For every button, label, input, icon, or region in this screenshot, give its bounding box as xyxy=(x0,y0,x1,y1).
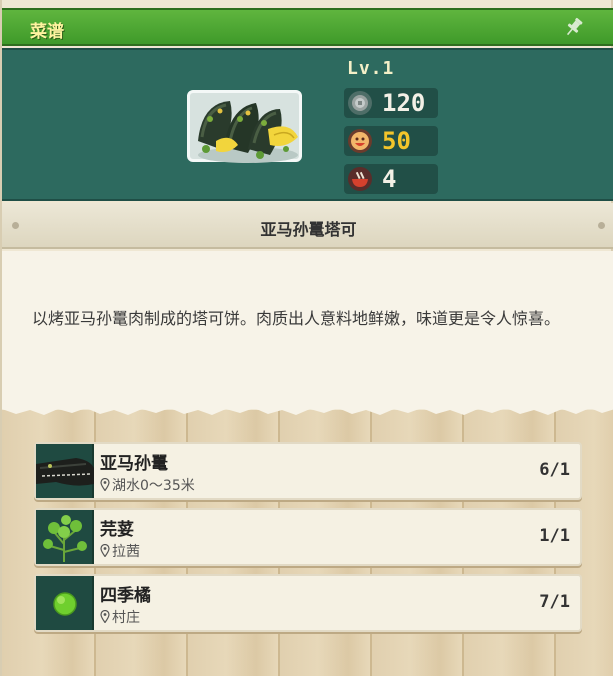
ingredient-row[interactable]: 亚马孙鼍 湖水0～35米 6/1 xyxy=(34,442,582,500)
coin-icon xyxy=(348,91,372,115)
price-value: 120 xyxy=(382,89,426,117)
calamansi-icon xyxy=(53,592,77,616)
dish-description: 以烤亚马孙鼍肉制成的塔可饼。肉质出人意料地鲜嫩，味道更是令人惊喜。 xyxy=(32,309,561,328)
servings-value: 4 xyxy=(382,165,397,193)
location-pin-icon xyxy=(100,610,110,623)
location-pin-icon xyxy=(100,478,110,491)
divider-dot xyxy=(598,222,605,229)
ingredient-location-text: 湖水0～35米 xyxy=(112,478,195,494)
torn-paper-edge xyxy=(2,399,613,415)
ingredient-location: 拉茜 xyxy=(100,541,140,561)
ingredient-thumb xyxy=(36,510,94,564)
ingredient-row[interactable]: 四季橘 村庄 7/1 xyxy=(34,574,582,632)
ingredient-location-text: 村庄 xyxy=(112,610,140,626)
ingredient-count: 1/1 xyxy=(539,526,570,546)
dish-level: Lv.1 xyxy=(347,58,395,79)
recipe-window: 菜谱 Lv.1 120 50 4 亚马孙鼍塔可 以烤亚马孙鼍肉制成的塔可饼。肉质… xyxy=(0,0,613,676)
ingredient-location: 湖水0～35米 xyxy=(100,475,195,495)
dish-name: 亚马孙鼍塔可 xyxy=(260,220,357,239)
ingredient-name: 四季橘 xyxy=(100,586,151,606)
title-bar: 菜谱 xyxy=(2,8,613,46)
caiman-icon xyxy=(36,458,94,486)
ingredient-count: 6/1 xyxy=(539,460,570,480)
ingredient-location-text: 拉茜 xyxy=(112,544,140,560)
dish-info-panel: Lv.1 120 50 4 xyxy=(2,48,613,201)
ingredient-name: 芫荽 xyxy=(100,520,134,540)
bowl-icon xyxy=(348,167,372,191)
ingredient-count: 7/1 xyxy=(539,592,570,612)
taste-stat: 50 xyxy=(344,126,438,156)
description-panel: 以烤亚马孙鼍肉制成的塔可饼。肉质出人意料地鲜嫩，味道更是令人惊喜。 xyxy=(2,251,613,409)
taste-icon xyxy=(348,129,372,153)
ingredient-thumb xyxy=(36,444,94,498)
window-title: 菜谱 xyxy=(30,22,64,42)
dish-name-bar: 亚马孙鼍塔可 xyxy=(2,203,613,249)
cilantro-icon xyxy=(43,515,87,562)
price-stat: 120 xyxy=(344,88,438,118)
ingredient-name: 亚马孙鼍 xyxy=(100,454,168,474)
ingredient-location: 村庄 xyxy=(100,607,140,627)
ingredient-row[interactable]: 芫荽 拉茜 1/1 xyxy=(34,508,582,566)
pin-icon[interactable] xyxy=(563,16,585,38)
taste-value: 50 xyxy=(382,127,411,155)
ingredient-thumb xyxy=(36,576,94,630)
taco-dish-icon xyxy=(198,101,298,163)
location-pin-icon xyxy=(100,544,110,557)
servings-stat: 4 xyxy=(344,164,438,194)
dish-image-card xyxy=(187,90,302,163)
